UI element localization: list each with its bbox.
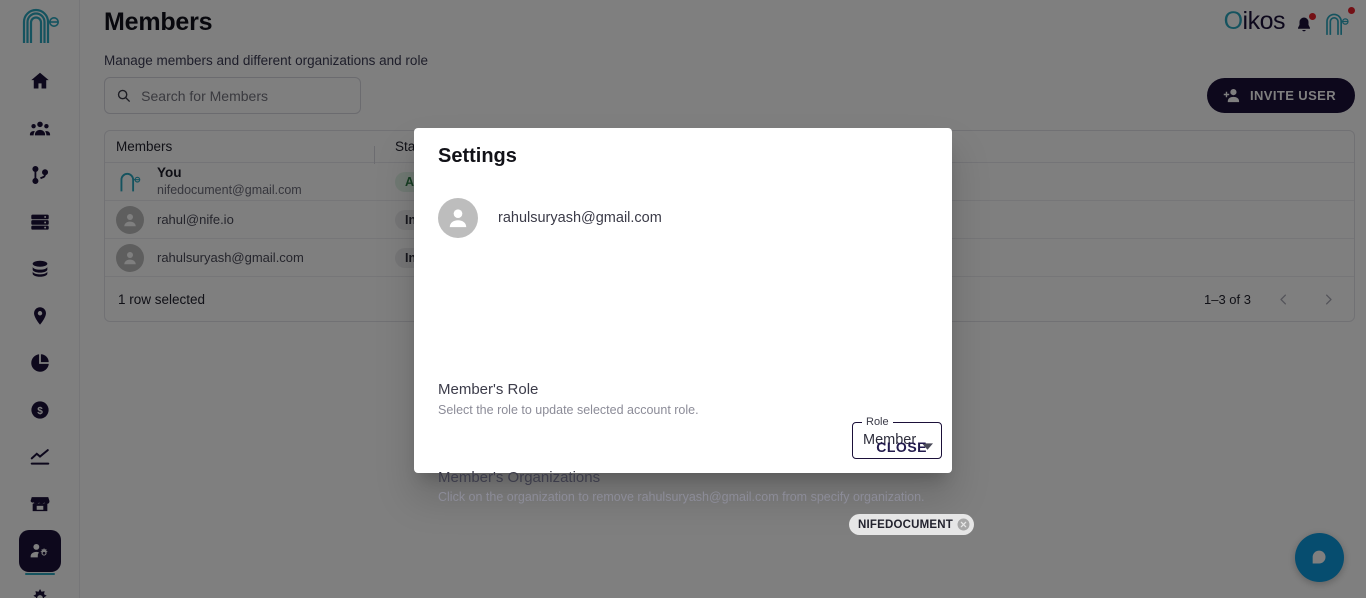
orgs-section-description: Click on the organization to remove rahu…: [438, 490, 925, 504]
dialog-user-row: rahulsuryash@gmail.com: [438, 198, 662, 238]
organization-chip[interactable]: NIFEDOCUMENT: [849, 514, 975, 535]
close-circle-icon: [957, 518, 970, 531]
close-button[interactable]: CLOSE: [868, 433, 935, 461]
role-section-description: Select the role to update selected accou…: [438, 403, 699, 417]
organization-chip-label: NIFEDOCUMENT: [858, 518, 954, 531]
dialog-user-email: rahulsuryash@gmail.com: [498, 210, 662, 226]
chip-remove-icon[interactable]: [957, 518, 970, 531]
avatar: [438, 198, 478, 238]
settings-dialog: Settings rahulsuryash@gmail.com Member's…: [414, 128, 975, 535]
orgs-section-heading: Member's Organizations: [438, 469, 601, 486]
person-avatar-icon: [449, 209, 467, 228]
role-select-label: Role: [862, 416, 893, 428]
screen: $ Members Manage members and different o…: [0, 0, 1366, 598]
dialog-title: Settings: [438, 145, 517, 167]
role-section-heading: Member's Role: [438, 381, 539, 398]
